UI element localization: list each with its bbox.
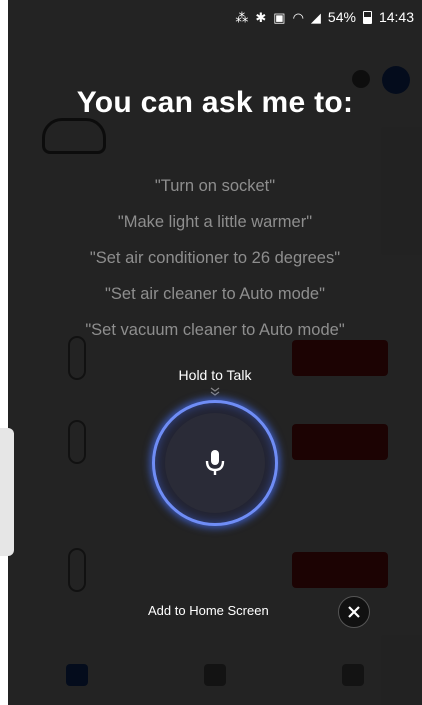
edge-panel-handle[interactable] (0, 428, 14, 556)
status-bar: ⁂ ✱ ▣ ◠ ◢ 54% 14:43 (8, 0, 422, 34)
bluetooth-icon: ✱ (255, 9, 267, 25)
assistant-headline: You can ask me to: (76, 86, 354, 119)
suggestion-item[interactable]: "Set air cleaner to Auto mode" (8, 276, 422, 312)
suggestion-item[interactable]: "Set vacuum cleaner to Auto mode" (8, 312, 422, 348)
chevron-down-icon (210, 387, 220, 396)
wifi-icon: ◠ (292, 9, 304, 25)
suggestion-item[interactable]: "Set air conditioner to 26 degrees" (8, 240, 422, 276)
battery-icon (362, 10, 372, 24)
suggestion-item[interactable]: "Make light a little warmer" (8, 204, 422, 240)
add-to-home-screen-button[interactable]: Add to Home Screen (148, 603, 269, 618)
signal-icon: ◢ (310, 9, 321, 25)
mute-icon: ▣ (273, 9, 286, 25)
microphone-button-inner (165, 413, 265, 513)
suggestion-item[interactable]: "Turn on socket" (8, 168, 422, 204)
close-icon (348, 606, 360, 618)
microphone-button[interactable] (152, 400, 278, 526)
bottom-actions: Add to Home Screen (8, 596, 422, 628)
phone-screen: ⁂ ✱ ▣ ◠ ◢ 54% 14:43 You can ask me to: "… (8, 0, 422, 705)
clock: 14:43 (378, 9, 414, 25)
microphone-icon (205, 450, 225, 475)
hold-to-talk-label: Hold to Talk (178, 367, 252, 383)
battery-percent: 54% (327, 9, 356, 25)
suggestion-list: "Turn on socket" "Make light a little wa… (8, 168, 422, 348)
nfc-icon: ⁂ (235, 9, 249, 25)
close-button[interactable] (338, 596, 370, 628)
